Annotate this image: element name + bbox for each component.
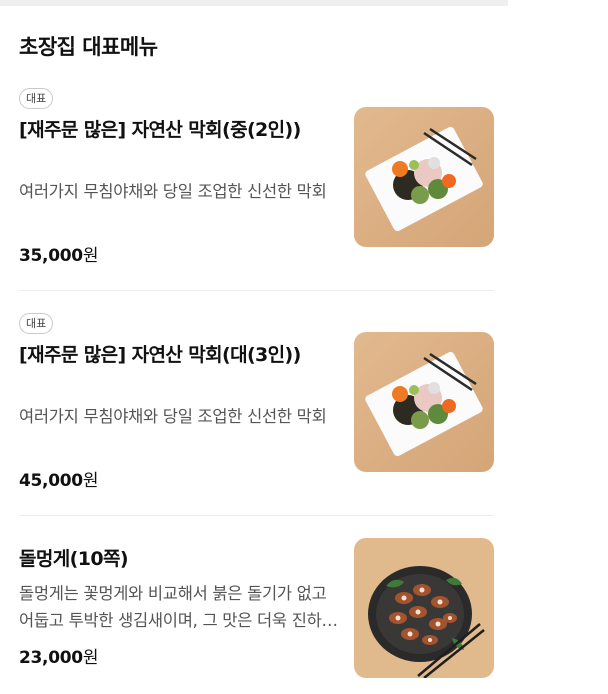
top-divider-strip [0,0,508,6]
menu-item-price: 35,000원 [19,241,98,266]
menu-item-name: [재주문 많은] 자연산 막회(중(2인)) [19,119,301,141]
menu-item-image[interactable] [354,332,494,472]
price-currency: 원 [82,471,99,491]
sashimi-platter-photo-icon [354,107,494,247]
menu-item-price: 45,000원 [19,466,98,491]
price-value: 35,000 [19,246,83,266]
menu-item-description: 여러가지 무침야채와 당일 조업한 신선한 막회 [19,407,327,426]
sashimi-platter-photo-icon [354,332,494,472]
price-value: 45,000 [19,471,83,491]
price-currency: 원 [82,648,99,668]
section-title: 초장집 대표메뉴 [19,35,158,59]
price-currency: 원 [82,246,99,266]
signature-badge: 대표 [19,88,54,109]
menu-item-description: 여러가지 무침야채와 당일 조업한 신선한 막회 [19,182,327,201]
menu-item-description: 돌멍게는 꽃멍게와 비교해서 붉은 돌기가 없고 어둡고 투박한 생김새이며, … [19,584,337,630]
menu-item-image[interactable] [354,538,494,678]
price-value: 23,000 [19,648,83,668]
sea-squirt-plate-photo-icon [354,538,494,678]
item-divider [19,290,494,291]
item-divider [19,515,494,516]
signature-badge: 대표 [19,313,54,334]
menu-item-image[interactable] [354,107,494,247]
menu-item-name: [재주문 많은] 자연산 막회(대(3인)) [19,344,301,366]
menu-item-price: 23,000원 [19,643,98,668]
menu-item-name: 돌멍게(10쪽) [19,548,129,570]
